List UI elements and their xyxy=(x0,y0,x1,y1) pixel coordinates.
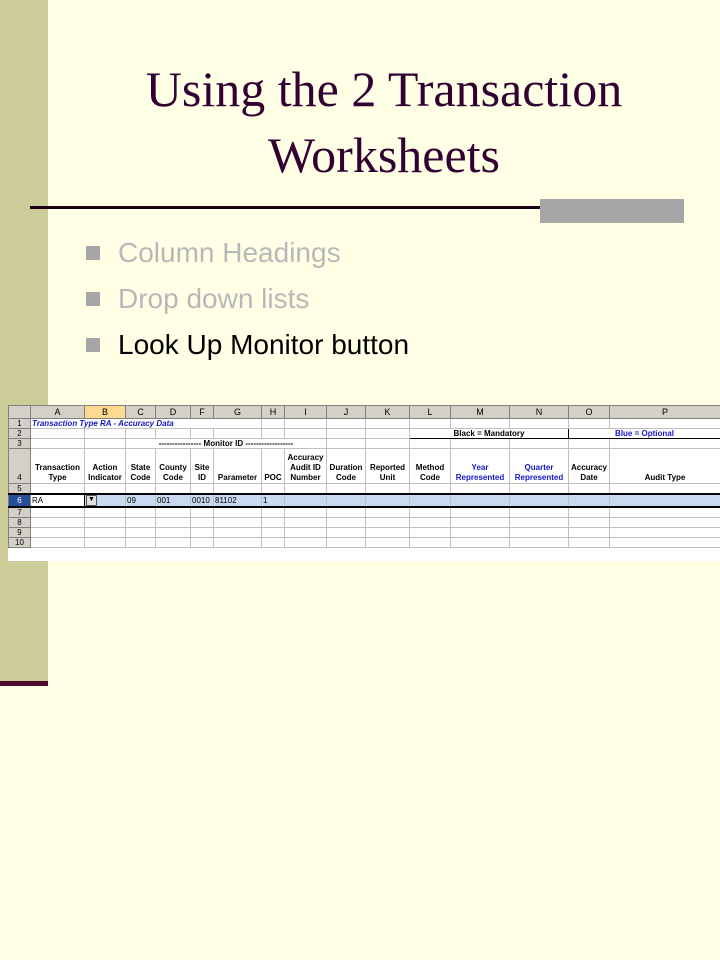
header-cell[interactable]: Quarter Represented xyxy=(509,448,569,484)
monitor-id-label: ---------------- Monitor ID ------------… xyxy=(125,438,327,449)
select-all-corner[interactable] xyxy=(8,405,31,419)
table-row-selected: 6 RA ▼ 09 001 0010 81102 1 xyxy=(8,493,720,508)
title-line-1: Using the 2 Transaction xyxy=(145,61,623,117)
column-header[interactable]: K xyxy=(365,405,410,419)
title-line-2: Worksheets xyxy=(267,127,501,183)
title-divider-accent xyxy=(540,199,684,223)
bullet-square-icon xyxy=(86,246,100,260)
table-row: 2 Black = Mandatory Blue = Optional xyxy=(8,428,720,439)
header-cell[interactable]: State Code xyxy=(125,448,156,484)
table-row: 10 xyxy=(8,537,720,548)
column-header[interactable]: O xyxy=(568,405,610,419)
header-cell[interactable]: Accuracy Date xyxy=(568,448,610,484)
bullet-list: Column Headings Drop down lists Look Up … xyxy=(86,230,409,368)
column-header[interactable]: H xyxy=(261,405,285,419)
table-row: 5 xyxy=(8,483,720,495)
bullet-text: Drop down lists xyxy=(118,283,310,314)
bullet-text: Look Up Monitor button xyxy=(118,329,410,360)
column-header-row: A B C D F G H I J K L M N O P xyxy=(8,405,720,419)
header-cell[interactable]: Parameter xyxy=(213,448,262,484)
table-row: 9 xyxy=(8,527,720,538)
action-indicator-cell[interactable]: ▼ xyxy=(84,493,126,508)
sheet-title-cell[interactable]: Transaction Type RA - Accuracy Data xyxy=(30,418,262,429)
row-header[interactable]: 2 xyxy=(8,428,31,439)
parameter-cell[interactable]: 81102 xyxy=(213,493,262,508)
header-cell[interactable]: Transaction Type xyxy=(30,448,85,484)
bullet-square-icon xyxy=(86,338,100,352)
worksheet-grid: A B C D F G H I J K L M N O P 1 Transact… xyxy=(8,405,720,548)
header-cell[interactable]: Year Represented xyxy=(450,448,510,484)
row-header[interactable]: 1 xyxy=(8,418,31,429)
poc-cell[interactable]: 1 xyxy=(261,493,285,508)
header-cell[interactable]: POC xyxy=(261,448,285,484)
column-header[interactable]: L xyxy=(409,405,451,419)
state-code-cell[interactable]: 09 xyxy=(125,493,156,508)
chevron-down-icon[interactable]: ▼ xyxy=(86,496,97,505)
table-row: 1 Transaction Type RA - Accuracy Data xyxy=(8,418,720,429)
row-header[interactable]: 4 xyxy=(8,448,31,484)
row-header[interactable]: 8 xyxy=(8,517,31,528)
bullet-item: Look Up Monitor button xyxy=(86,322,409,368)
legend-mandatory: Black = Mandatory xyxy=(409,428,569,439)
side-band xyxy=(0,0,48,686)
column-header[interactable]: C xyxy=(125,405,156,419)
side-band-accent xyxy=(0,681,48,686)
header-cell[interactable]: Accuracy Audit ID Number xyxy=(284,448,327,484)
header-cell[interactable]: Site ID xyxy=(190,448,214,484)
legend-optional: Blue = Optional xyxy=(568,428,720,439)
bullet-text: Column Headings xyxy=(118,237,341,268)
column-header[interactable]: A xyxy=(30,405,85,419)
column-header[interactable]: F xyxy=(190,405,214,419)
table-row: 8 xyxy=(8,517,720,528)
bullet-square-icon xyxy=(86,292,100,306)
transaction-type-cell[interactable]: RA xyxy=(30,493,85,508)
row-header[interactable]: 10 xyxy=(8,537,31,548)
header-cell[interactable]: Audit Type xyxy=(609,448,720,484)
header-cell[interactable]: County Code xyxy=(155,448,191,484)
header-cell[interactable]: Method Code xyxy=(409,448,451,484)
row-header[interactable]: 5 xyxy=(8,483,31,495)
header-cell[interactable]: Duration Code xyxy=(326,448,366,484)
header-cell[interactable]: Reported Unit xyxy=(365,448,410,484)
row-header[interactable]: 9 xyxy=(8,527,31,538)
column-header[interactable]: M xyxy=(450,405,510,419)
column-header[interactable]: I xyxy=(284,405,327,419)
table-row: 3 ---------------- Monitor ID ----------… xyxy=(8,438,720,449)
column-header[interactable]: D xyxy=(155,405,191,419)
column-header[interactable]: J xyxy=(326,405,366,419)
column-header[interactable]: B xyxy=(84,405,126,419)
site-id-cell[interactable]: 0010 xyxy=(190,493,214,508)
bullet-item: Column Headings xyxy=(86,230,409,276)
column-header[interactable]: G xyxy=(213,405,262,419)
slide-title: Using the 2 Transaction Worksheets xyxy=(48,56,720,188)
table-row: 7 xyxy=(8,506,720,518)
row-header[interactable]: 7 xyxy=(8,506,31,518)
column-header[interactable]: N xyxy=(509,405,569,419)
row-header[interactable]: 6 xyxy=(8,493,31,508)
county-code-cell[interactable]: 001 xyxy=(155,493,191,508)
row-header[interactable]: 3 xyxy=(8,438,31,449)
spreadsheet-screenshot: A B C D F G H I J K L M N O P 1 Transact… xyxy=(8,405,720,561)
column-header[interactable]: P xyxy=(609,405,720,419)
bullet-item: Drop down lists xyxy=(86,276,409,322)
header-cell[interactable]: Action Indicator xyxy=(84,448,126,484)
header-row: 4 Transaction Type Action Indicator Stat… xyxy=(8,448,720,484)
